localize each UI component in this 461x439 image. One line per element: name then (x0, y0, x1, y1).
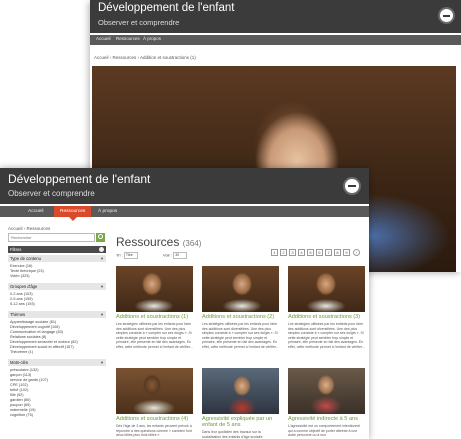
nav-home[interactable]: Accueil (96, 36, 111, 41)
nav-home[interactable]: Accueil (22, 206, 49, 217)
page-title-text: Ressources (116, 235, 180, 249)
filter-option[interactable]: Développement sensoriel et moteur (82) (10, 340, 78, 344)
video-thumbnail[interactable] (202, 368, 279, 414)
filter-option[interactable]: Communication et langage (83) (10, 330, 63, 334)
filter-type-header[interactable]: Type de contenu ▼ (8, 255, 106, 262)
filter-age-header[interactable]: Groupes d'âge ▼ (8, 283, 106, 290)
sort-label: Tri : (116, 252, 123, 258)
nav-resources[interactable]: Ressources (116, 36, 140, 41)
filter-option[interactable]: 5-12 ans (193) (10, 302, 35, 306)
filter-sidebar: Filtres Type de contenu ▼ Exercice (16) … (8, 246, 106, 439)
page-button[interactable]: 9 (343, 249, 350, 256)
page-title: Ressources (364) (116, 235, 201, 249)
filter-option[interactable]: Développement cognitif (106) (10, 325, 60, 329)
card-description: Dans leur quotidien des travaux sur la s… (202, 430, 263, 439)
site-header: Développement de l'enfant Observer et co… (90, 0, 461, 33)
page-button[interactable]: 6 (316, 249, 323, 256)
filter-option[interactable]: Relations sociales (8) (10, 335, 46, 339)
filter-option[interactable]: bébé (102) (10, 388, 28, 392)
filters-header: Filtres (8, 246, 106, 253)
filter-option[interactable]: Théorème (1) (10, 350, 33, 354)
filter-age-label: Groupes d'âge (10, 284, 38, 289)
filter-option[interactable]: fille (92) (10, 393, 24, 397)
filter-option[interactable]: Exercice (16) (10, 264, 32, 268)
show-select[interactable]: 30 (173, 252, 188, 259)
filter-option[interactable]: maternelle (19) (10, 408, 36, 412)
filter-keywords-label: Mots-clés (10, 360, 28, 365)
nav-resources[interactable]: Ressources (54, 206, 92, 221)
result-count: (364) (182, 239, 202, 248)
card-title[interactable]: Additions et soustractions (4) (116, 416, 188, 422)
filter-option[interactable]: CPE (102) (10, 383, 28, 387)
chevron-down-icon: ▼ (100, 256, 104, 261)
page-button[interactable]: 2 (280, 249, 287, 256)
page-button[interactable]: 4 (298, 249, 305, 256)
main-nav: Accueil Ressources À propos (90, 35, 461, 45)
filter-option[interactable]: service de garde (107) (10, 378, 48, 382)
chevron-down-icon: ▼ (100, 284, 104, 289)
search-icon[interactable] (96, 233, 105, 242)
card-description: Les stratégies utilisées par les enfants… (116, 322, 193, 349)
filter-option[interactable]: 2-5 ans (159) (10, 297, 33, 301)
chevron-down-icon: ▼ (100, 360, 104, 365)
site-header: Développement de l'enfant Observer et co… (0, 168, 369, 204)
card-description: L'agressivité est un comportement intent… (288, 424, 361, 437)
filter-option[interactable]: Vidéo (323) (10, 274, 30, 278)
next-page-icon[interactable]: › (353, 249, 360, 256)
filters-label: Filtres (10, 247, 22, 252)
card-description: Dès l'âge de 3 ans, les enfants peuvent … (116, 424, 192, 437)
card-title[interactable]: Additions et soustractions (3) (288, 314, 360, 320)
breadcrumb[interactable]: Accueil › Ressources › Addition et soust… (94, 55, 196, 60)
filter-keywords-header[interactable]: Mots-clés ▼ (8, 359, 106, 366)
site-subtitle: Observer et comprendre (8, 189, 95, 198)
nav-about[interactable]: À propos (92, 206, 123, 217)
site-title: Développement de l'enfant (98, 2, 235, 14)
filter-option[interactable]: Apprentissage scolaire (81) (10, 320, 56, 324)
video-thumbnail[interactable] (202, 266, 279, 312)
filter-themes-label: Thèmes (10, 312, 26, 317)
filter-option[interactable]: 0-2 ans (103) (10, 292, 33, 296)
chevron-down-icon: ▼ (100, 312, 104, 317)
logo-icon[interactable] (438, 7, 455, 24)
video-thumbnail[interactable] (288, 368, 365, 414)
sort-select[interactable]: Titre (123, 252, 138, 259)
filter-type-label: Type de contenu (10, 256, 41, 261)
logo-icon[interactable] (343, 177, 361, 195)
filter-option[interactable]: poupon (65) (10, 403, 30, 407)
foreground-window: Développement de l'enfant Observer et co… (0, 168, 369, 439)
search-input[interactable] (8, 233, 95, 242)
filter-option[interactable]: Texte théorique (23) (10, 269, 44, 273)
filter-themes-header[interactable]: Thèmes ▼ (8, 311, 106, 318)
site-title: Développement de l'enfant (8, 172, 151, 186)
video-thumbnail[interactable] (116, 266, 193, 312)
main-nav: Accueil Ressources À propos (0, 206, 369, 221)
video-thumbnail[interactable] (116, 368, 193, 414)
page-button[interactable]: 7 (325, 249, 332, 256)
card-description: Les stratégies utilisées par les enfants… (202, 322, 279, 349)
card-description: Les stratégies utilisées par les enfants… (288, 322, 365, 349)
filter-option[interactable]: gardien (80) (10, 398, 30, 402)
clear-filters-icon[interactable] (99, 247, 104, 252)
filter-option[interactable]: cognition (75) (10, 413, 33, 417)
breadcrumb[interactable]: Accueil › Ressources (8, 226, 50, 231)
show-label: Voir : (163, 252, 173, 258)
sort-control: Tri : Titre (116, 252, 138, 259)
card-title[interactable]: Agressivité indirecte à 5 ans (288, 416, 358, 422)
page-button[interactable]: 3 (289, 249, 296, 256)
page-button[interactable]: 5 (307, 249, 314, 256)
card-title[interactable]: Additions et soustractions (2) (202, 314, 274, 320)
card-title-line2[interactable]: enfant de 5 ans (202, 422, 241, 428)
nav-about[interactable]: À propos (143, 36, 161, 41)
page-button[interactable]: 1 (271, 249, 278, 256)
page-button[interactable]: 8 (334, 249, 341, 256)
video-thumbnail[interactable] (288, 266, 365, 312)
show-control: Voir : 30 (163, 252, 188, 259)
filter-option[interactable]: Développement social et affectif (157) (10, 345, 74, 349)
filter-option[interactable]: préscolaire (132) (10, 368, 39, 372)
site-subtitle: Observer et comprendre (98, 18, 180, 27)
filter-option[interactable]: garçon (113) (10, 373, 31, 377)
card-title[interactable]: Additions et soustractions (1) (116, 314, 188, 320)
